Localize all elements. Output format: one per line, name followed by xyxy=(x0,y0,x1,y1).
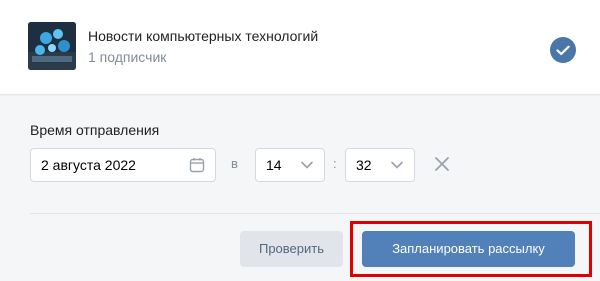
community-avatar xyxy=(28,22,76,70)
selected-check-icon[interactable] xyxy=(550,37,576,63)
community-subscribers: 1 подписчик xyxy=(88,48,167,65)
minute-select[interactable]: 32 xyxy=(345,148,415,182)
community-panel: Новости компьютерных технологий 1 подпис… xyxy=(0,0,600,95)
schedule-panel: Время отправления 2 августа 2022 в 14 : … xyxy=(0,96,600,281)
date-value: 2 августа 2022 xyxy=(41,157,136,173)
send-time-label: Время отправления xyxy=(30,122,160,138)
date-input[interactable]: 2 августа 2022 xyxy=(30,148,216,182)
at-label: в xyxy=(231,156,238,171)
close-icon[interactable] xyxy=(432,154,452,174)
community-name: Новости компьютерных технологий xyxy=(88,27,319,44)
minute-value: 32 xyxy=(356,157,372,173)
chevron-down-icon xyxy=(301,161,313,169)
community-item[interactable]: Новости компьютерных технологий 1 подпис… xyxy=(28,22,318,70)
avatar-image xyxy=(28,22,76,70)
hour-select[interactable]: 14 xyxy=(255,148,325,182)
time-separator: : xyxy=(333,156,337,171)
chevron-down-icon xyxy=(391,161,403,169)
hour-value: 14 xyxy=(266,157,282,173)
calendar-icon[interactable] xyxy=(189,157,205,173)
schedule-mailing-button[interactable]: Запланировать рассылку xyxy=(362,231,575,267)
divider xyxy=(30,213,600,214)
check-button[interactable]: Проверить xyxy=(240,231,343,267)
